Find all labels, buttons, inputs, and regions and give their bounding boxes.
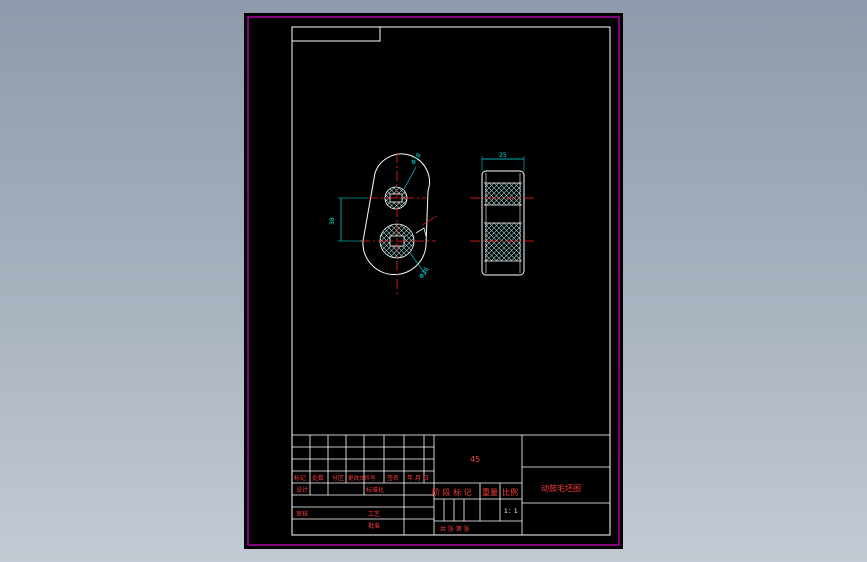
rev-header-mark: 标记 — [294, 474, 306, 482]
rev-header-zone: 分区 — [332, 474, 344, 482]
section-hatch-bottom — [485, 223, 521, 261]
sheets-label: 共 张 第 张 — [440, 525, 470, 533]
approve-label: 批准 — [368, 522, 380, 530]
craft-label: 工艺 — [368, 510, 380, 518]
part-name: 动鼓毛坯图 — [541, 483, 581, 493]
dim-phi36-text: Φ36 — [418, 266, 431, 280]
keyway-side — [415, 227, 427, 237]
scale-label: 比例 — [502, 487, 518, 497]
cad-drawing: 38 Φ18 Φ36 25 标记 处数 分区 更改文件号 签名 年 月 日 设计… — [247, 16, 620, 546]
drawing-sheet: 38 Φ18 Φ36 25 标记 处数 分区 更改文件号 签名 年 月 日 设计… — [244, 13, 623, 549]
leader-small-hole — [403, 166, 417, 190]
section-hatch-top — [485, 183, 521, 205]
dim-38-text: 38 — [329, 217, 336, 225]
arrow-red-1 — [421, 215, 438, 226]
rev-header-count: 处数 — [312, 474, 324, 482]
revision-headers: 标记 处数 分区 更改文件号 签名 年 月 日 — [294, 474, 429, 482]
dim-phi18-text: Φ18 — [410, 152, 423, 166]
material-value: 45 — [470, 455, 480, 464]
side-view: 38 Φ18 Φ36 — [329, 152, 438, 295]
scale-value: 1：1 — [504, 508, 518, 515]
weight-label: 重量 — [482, 487, 498, 497]
drawing-code-box — [291, 26, 381, 42]
rev-header-sign: 签名 — [387, 474, 399, 482]
design-label: 设计 — [296, 486, 308, 494]
sheet-border — [247, 16, 620, 546]
review-label: 审核 — [296, 510, 308, 518]
section-view: 25 — [470, 152, 534, 276]
rev-header-docno: 更改文件号 — [348, 474, 376, 482]
dim-25-text: 25 — [499, 152, 507, 159]
stage-mark-label: 阶 段 标 记 — [432, 487, 472, 497]
rev-header-date: 年 月 日 — [407, 474, 429, 482]
standardize-label: 标准化 — [366, 486, 384, 494]
